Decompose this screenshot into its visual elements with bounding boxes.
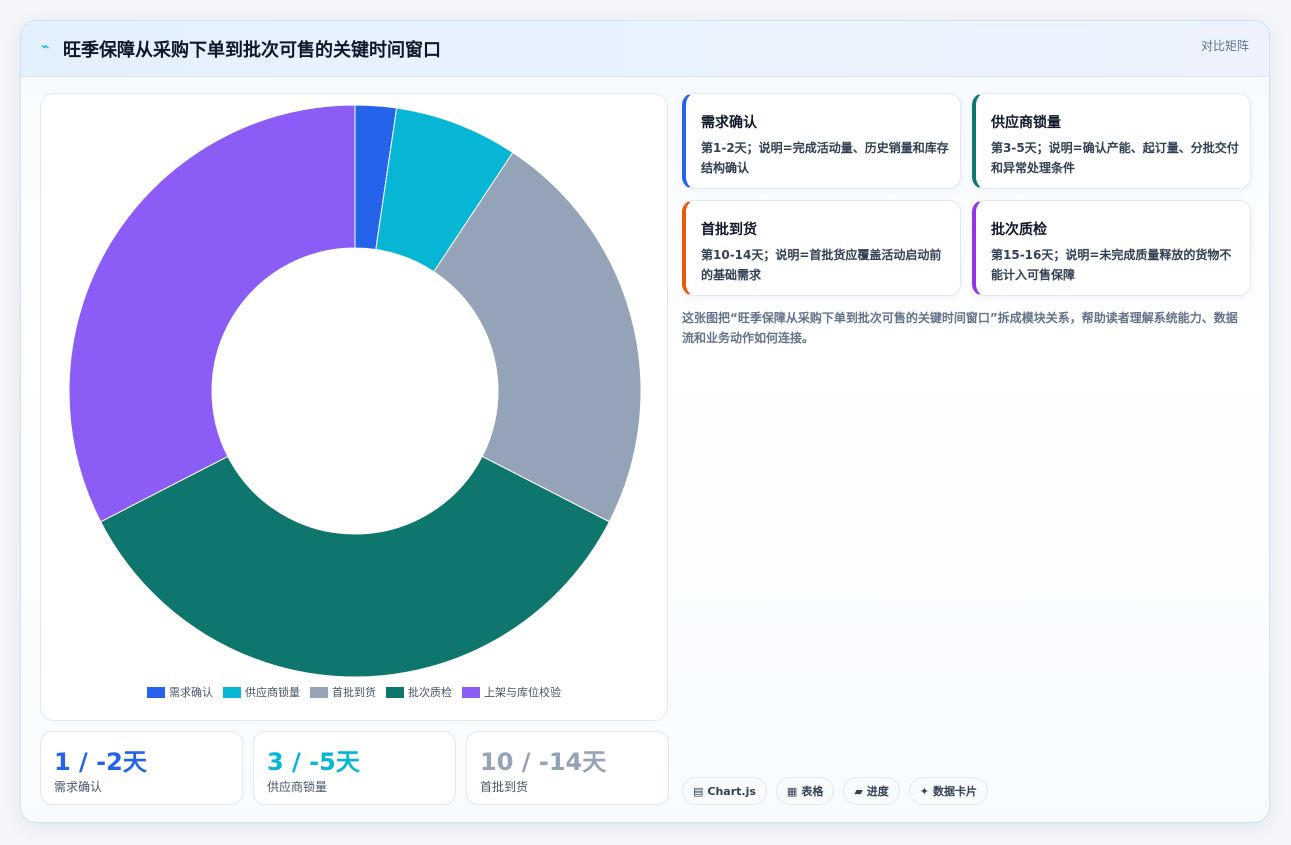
stat-label: 首批到货 xyxy=(480,780,529,794)
legend-item[interactable]: 上架与库位校验 xyxy=(462,684,561,700)
chip-label: 表格 xyxy=(801,785,824,798)
page-title: 旺季保障从采购下单到批次可售的关键时间窗口 xyxy=(63,40,441,61)
mode-label[interactable]: 对比矩阵 xyxy=(1201,37,1249,54)
legend-swatch xyxy=(147,686,165,698)
stat-card-2: 3 / -5天 供应商锁量 xyxy=(253,731,456,805)
stat-label: 供应商锁量 xyxy=(267,780,328,794)
module-card-3: 首批到货 第10-14天；说明=首批货应覆盖活动启动前的基础需求 xyxy=(682,200,961,296)
legend-item[interactable]: 首批到货 xyxy=(310,684,376,700)
sparkle-icon: ✦ xyxy=(919,784,930,798)
dashboard-card: ⌁ 旺季保障从采购下单到批次可售的关键时间窗口 对比矩阵 需求确认 供应商锁量 首批… xyxy=(20,20,1270,823)
chip-data-card[interactable]: ✦ 数据卡片 xyxy=(908,777,989,805)
legend-label: 首批到货 xyxy=(332,686,376,699)
legend-item[interactable]: 供应商锁量 xyxy=(223,684,300,700)
stat-value: 3 / -5天 xyxy=(267,748,360,776)
module-desc: 第15-16天；说明=未完成质量释放的货物不能计入可售保障 xyxy=(991,248,1232,282)
legend-swatch xyxy=(310,686,328,698)
legend-item[interactable]: 需求确认 xyxy=(147,684,213,700)
chart-icon: ▤ xyxy=(693,784,704,798)
doughnut-chart xyxy=(68,104,642,678)
chip-bar: ▤ Chart.js ▦ 表格 ▰ 进度 ✦ 数据卡片 xyxy=(682,777,989,805)
module-desc: 第3-5天；说明=确认产能、起订量、分批交付和异常处理条件 xyxy=(991,141,1239,175)
module-title: 首批到货 xyxy=(701,222,757,238)
chip-chartjs[interactable]: ▤ Chart.js xyxy=(682,777,767,805)
module-title: 需求确认 xyxy=(701,115,757,131)
legend-swatch xyxy=(462,686,480,698)
module-card-1: 需求确认 第1-2天；说明=完成活动量、历史销量和库存结构确认 xyxy=(682,93,961,189)
summary-text: 这张图把“旺季保障从采购下单到批次可售的关键时间窗口”拆成模块关系，帮助读者理解… xyxy=(682,311,1238,345)
chip-progress[interactable]: ▰ 进度 xyxy=(843,777,900,805)
stat-value: 1 / -2天 xyxy=(54,748,147,776)
card-header: ⌁ 旺季保障从采购下单到批次可售的关键时间窗口 对比矩阵 xyxy=(21,21,1269,77)
table-icon: ▦ xyxy=(786,784,798,798)
chip-label: Chart.js xyxy=(707,784,756,798)
chip-label: 进度 xyxy=(866,785,889,798)
chart-legend: 需求确认 供应商锁量 首批到货 批次质检 上架与库位校验 xyxy=(41,684,667,700)
chip-table[interactable]: ▦ 表格 xyxy=(775,777,835,805)
legend-swatch xyxy=(386,686,404,698)
module-card-4: 批次质检 第15-16天；说明=未完成质量释放的货物不能计入可售保障 xyxy=(972,200,1251,296)
donut-slice-5[interactable] xyxy=(68,104,356,523)
stat-card-1: 1 / -2天 需求确认 xyxy=(40,731,243,805)
module-card-2: 供应商锁量 第3-5天；说明=确认产能、起订量、分批交付和异常处理条件 xyxy=(972,93,1251,189)
module-desc: 第1-2天；说明=完成活动量、历史销量和库存结构确认 xyxy=(701,141,949,175)
legend-label: 需求确认 xyxy=(169,686,213,699)
progress-icon: ▰ xyxy=(854,784,863,798)
legend-label: 供应商锁量 xyxy=(245,686,300,699)
module-title: 供应商锁量 xyxy=(991,115,1061,131)
chart-panel: 需求确认 供应商锁量 首批到货 批次质检 上架与库位校验 xyxy=(40,93,668,721)
stat-card-3: 10 / -14天 首批到货 xyxy=(466,731,669,805)
donut-slice-4[interactable] xyxy=(99,455,611,678)
legend-label: 上架与库位校验 xyxy=(484,686,561,699)
module-title: 批次质检 xyxy=(991,222,1047,238)
stat-label: 需求确认 xyxy=(54,780,103,794)
stat-value: 10 / -14天 xyxy=(480,748,607,776)
chip-label: 数据卡片 xyxy=(933,785,978,798)
legend-swatch xyxy=(223,686,241,698)
bolt-icon: ⌁ xyxy=(41,39,50,55)
legend-item[interactable]: 批次质检 xyxy=(386,684,452,700)
legend-label: 批次质检 xyxy=(408,686,452,699)
module-desc: 第10-14天；说明=首批货应覆盖活动启动前的基础需求 xyxy=(701,248,942,282)
